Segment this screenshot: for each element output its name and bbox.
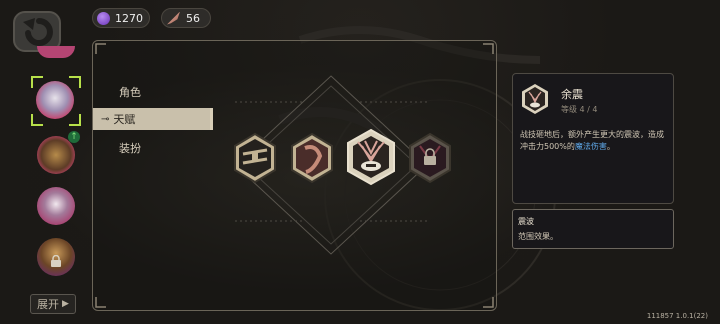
magic-damage-highlight: 魔法伤害 <box>574 142 607 151</box>
play-icon: ▶ <box>62 299 69 309</box>
skill-description-line2: 冲击力500%的魔法伤害。 <box>520 141 670 153</box>
talent-node-4-locked[interactable] <box>409 132 451 184</box>
talent-node-2[interactable] <box>291 132 333 184</box>
skill-name: 余震 <box>561 88 583 101</box>
skill-level: 等级 4 / 4 <box>561 105 598 114</box>
expand-button[interactable]: 展开 ▶ <box>30 294 76 314</box>
upgrade-arrow-icon: ↑ <box>68 131 80 143</box>
desc-suffix: 。 <box>606 142 615 151</box>
character-portrait-selected[interactable] <box>31 76 81 126</box>
character-portrait-partial[interactable] <box>37 46 75 58</box>
talent-nodes <box>234 128 451 186</box>
expand-button-label: 展开 <box>37 298 60 311</box>
feather-count: 56 <box>186 11 200 25</box>
lock-icon <box>50 252 62 267</box>
gem-count: 1270 <box>115 11 143 25</box>
talent-node-3-selected[interactable] <box>347 128 395 186</box>
gem-icon <box>97 11 110 25</box>
feather-icon <box>167 11 180 25</box>
character-portrait-3[interactable] <box>37 187 75 225</box>
feather-counter: 56 <box>161 8 211 28</box>
skill-description: 战技砸地后，额外产生更大的震波，造成 冲击力500%的魔法伤害。 <box>520 129 670 153</box>
back-arrow-icon <box>23 18 53 46</box>
sub-skill-name: 震波 <box>518 217 534 226</box>
desc-prefix: 冲击力500%的 <box>520 142 575 151</box>
skill-detail-icon <box>520 83 550 115</box>
talent-node-1[interactable] <box>234 132 276 184</box>
talent-panel: 角色 ⊸ 天赋 装扮 <box>92 40 497 311</box>
gem-counter: 1270 <box>92 8 150 28</box>
sub-skill-panel: 震波 范围效果。 <box>512 209 674 249</box>
sub-skill-description: 范围效果。 <box>518 232 558 241</box>
skill-description-line1: 战技砸地后，额外产生更大的震波，造成 <box>520 130 664 139</box>
skill-detail-panel: 余震 等级 4 / 4 战技砸地后，额外产生更大的震波，造成 冲击力500%的魔… <box>512 73 674 204</box>
version-label: 111857 1.0.1(22) <box>646 312 708 320</box>
